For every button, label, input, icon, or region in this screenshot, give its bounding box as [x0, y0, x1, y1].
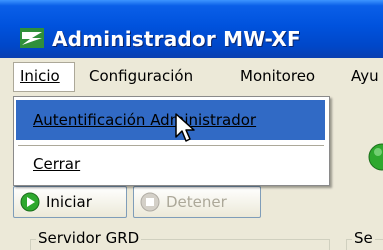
menu-configuracion-label: Configuración	[89, 67, 194, 85]
menu-item-autentificacion-label: Autentificación Administrador	[33, 111, 257, 129]
menu-item-autentificacion[interactable]: Autentificación Administrador	[33, 111, 256, 129]
start-button-label: Iniciar	[46, 193, 92, 211]
group-border-servidor-right	[329, 239, 330, 250]
menu-inicio-label: Inicio	[20, 67, 60, 85]
app-logo-icon	[20, 28, 44, 48]
stop-button[interactable]: Detener	[133, 186, 261, 218]
group-border-servidor-left	[30, 239, 31, 250]
menu-configuracion[interactable]: Configuración	[89, 67, 193, 85]
start-button[interactable]: Iniciar	[13, 186, 127, 218]
stop-button-label: Detener	[166, 193, 227, 211]
group-border-second-left	[346, 239, 347, 250]
group-label-servidor-grd: Servidor GRD	[36, 229, 142, 247]
menu-separator	[18, 145, 324, 146]
menu-ayuda[interactable]: Ayu	[351, 67, 379, 85]
menu-item-cerrar[interactable]: Cerrar	[33, 155, 80, 173]
title-bar[interactable]: Administrador MW-XF	[0, 0, 383, 58]
menu-monitoreo[interactable]: Monitoreo	[240, 67, 315, 85]
group-label-second: Se	[352, 229, 375, 247]
mouse-cursor-icon	[175, 113, 195, 142]
window-title: Administrador MW-XF	[52, 27, 301, 51]
menu-ayuda-label: Ayu	[351, 67, 379, 85]
menu-monitoreo-label: Monitoreo	[240, 67, 316, 85]
status-light-icon	[368, 143, 383, 171]
stop-icon	[140, 192, 160, 212]
menu-inicio[interactable]: Inicio	[20, 67, 60, 85]
menu-item-cerrar-label: Cerrar	[33, 155, 81, 173]
play-icon	[20, 192, 40, 212]
